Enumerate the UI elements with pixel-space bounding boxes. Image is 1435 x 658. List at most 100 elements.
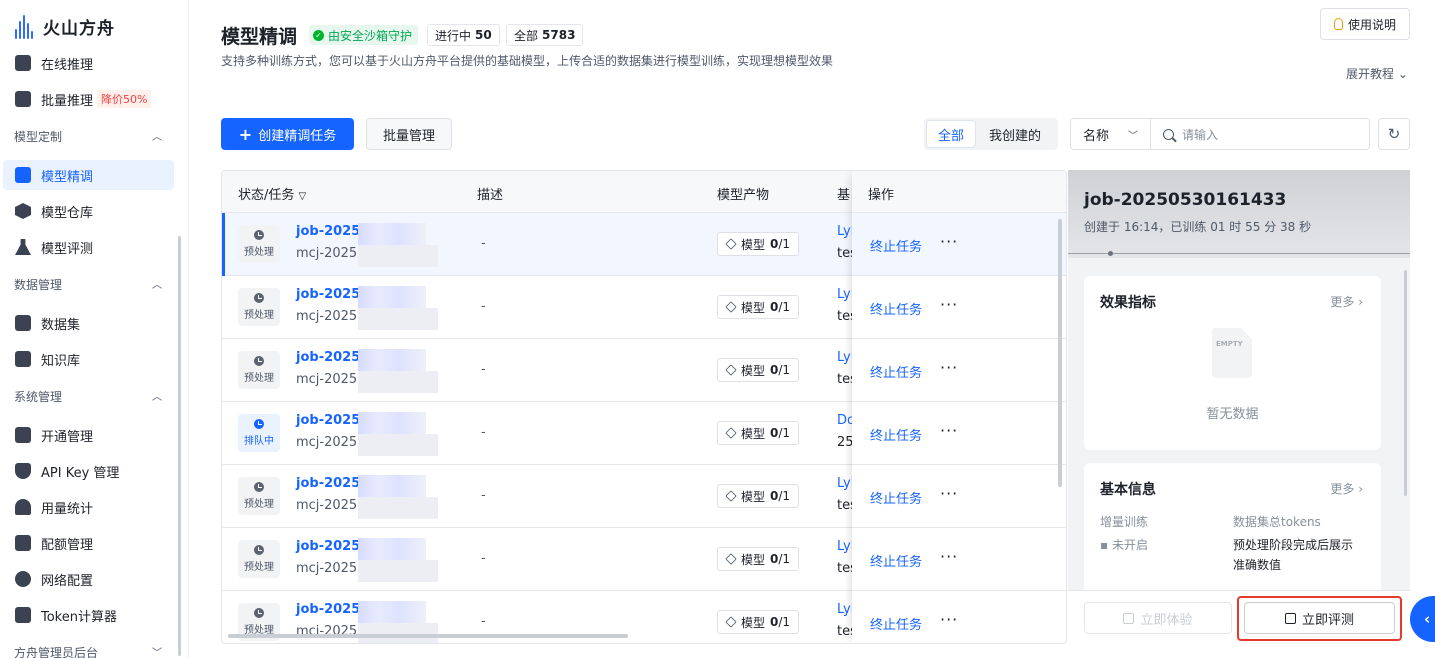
- stop-task-link[interactable]: 终止任务: [870, 362, 922, 381]
- table-vertical-scrollbar[interactable]: [1058, 219, 1062, 487]
- chevron-down-icon: ⌄: [1397, 67, 1408, 81]
- sidebar-item-network[interactable]: 网络配置: [3, 564, 174, 594]
- more-actions-icon[interactable]: ···: [940, 547, 958, 566]
- batch-manage-button[interactable]: 批量管理: [366, 118, 452, 150]
- job-sub-id: mcj-20250: [296, 309, 366, 324]
- column-base-model: 基: [837, 188, 851, 203]
- sidebar-item-model-finetune[interactable]: 模型精调: [3, 160, 174, 190]
- sidebar-item-model-evaluation[interactable]: 模型评测: [3, 232, 174, 262]
- column-status-task[interactable]: 状态/任务 ▽: [238, 184, 306, 203]
- section-data-management[interactable]: 数据管理 ︿: [14, 276, 162, 293]
- tune-icon: [15, 167, 31, 183]
- sidebar-item-usage[interactable]: 用量统计: [3, 492, 174, 522]
- brand-logo[interactable]: 火山方舟: [15, 14, 115, 39]
- more-actions-icon[interactable]: ···: [940, 232, 958, 251]
- redacted-block: [358, 560, 438, 582]
- model-artifact-chip[interactable]: 模型 0/1: [717, 232, 800, 256]
- job-sub-id: mcj-20250: [296, 498, 366, 513]
- section-admin-console[interactable]: 方舟管理员后台 ﹀: [14, 644, 162, 658]
- try-now-button[interactable]: 立即体验: [1084, 602, 1232, 634]
- search-input[interactable]: 请输入: [1151, 119, 1369, 149]
- scope-all-tab[interactable]: 全部: [927, 121, 975, 147]
- base-model-link[interactable]: Lyh: [837, 602, 852, 617]
- section-model-customization[interactable]: 模型定制 ︿: [14, 128, 162, 145]
- stop-task-link[interactable]: 终止任务: [870, 551, 922, 570]
- base-model-link[interactable]: Lyh: [837, 350, 852, 365]
- scope-mine-tab[interactable]: 我创建的: [975, 121, 1055, 147]
- metrics-title: 效果指标: [1100, 295, 1156, 311]
- volcano-logo-icon: [15, 14, 35, 39]
- sidebar: 火山方舟 在线推理 批量推理 降价50% 模型定制 ︿ 模型精调 模型仓库 模型评…: [0, 0, 189, 658]
- sidebar-scrollbar[interactable]: [178, 236, 181, 656]
- base-model-link[interactable]: Do: [837, 413, 852, 428]
- shield-icon: [15, 463, 31, 479]
- base-model-link[interactable]: Lyh: [837, 476, 852, 491]
- model-chip-label: 模型: [741, 363, 766, 378]
- panel-scrollbar[interactable]: [1404, 270, 1407, 496]
- expand-tutorial-link[interactable]: 展开教程 ⌄: [1346, 65, 1408, 82]
- scope-switch: 全部 我创建的: [924, 118, 1058, 150]
- running-count-tag[interactable]: 进行中 50: [427, 24, 500, 46]
- gauge-icon: [15, 499, 31, 515]
- model-artifact-chip[interactable]: 模型 0/1: [717, 421, 800, 445]
- sidebar-item-batch-inference[interactable]: 批量推理 降价50%: [3, 84, 174, 114]
- more-actions-icon[interactable]: ···: [940, 421, 958, 440]
- sidebar-item-token-calculator[interactable]: Token计算器: [3, 600, 174, 630]
- sidebar-item-label: Token计算器: [41, 609, 117, 625]
- stop-task-link[interactable]: 终止任务: [870, 425, 922, 444]
- job-sub-id: mcj-20250: [296, 246, 366, 261]
- base-model-link[interactable]: Lyh: [837, 539, 852, 554]
- sidebar-item-api-key[interactable]: API Key 管理: [3, 456, 174, 486]
- model-artifact-chip[interactable]: 模型 0/1: [717, 547, 800, 571]
- metrics-more-link[interactable]: 更多 ›: [1330, 293, 1363, 310]
- total-count-tag[interactable]: 全部 5783: [506, 24, 584, 46]
- more-actions-icon[interactable]: ···: [940, 295, 958, 314]
- filter-field-select[interactable]: 名称 ﹀: [1071, 119, 1151, 149]
- more-actions-icon[interactable]: ···: [940, 484, 958, 503]
- sidebar-item-online-inference[interactable]: 在线推理: [3, 48, 174, 78]
- base-model-link[interactable]: Lyh: [837, 287, 852, 302]
- create-finetune-button[interactable]: + 创建精调任务: [221, 118, 354, 150]
- stop-task-link[interactable]: 终止任务: [870, 299, 922, 318]
- stop-task-link[interactable]: 终止任务: [870, 488, 922, 507]
- section-system-management[interactable]: 系统管理 ︿: [14, 388, 162, 405]
- sidebar-item-model-repository[interactable]: 模型仓库: [3, 196, 174, 226]
- column-artifacts: 模型产物: [717, 188, 770, 203]
- model-total-count: /1: [778, 615, 791, 629]
- basic-info-more-link[interactable]: 更多 ›: [1330, 480, 1363, 497]
- model-artifact-chip[interactable]: 模型 0/1: [717, 358, 800, 382]
- more-actions-icon[interactable]: ···: [940, 610, 958, 629]
- model-chip-count: 0/1: [770, 552, 790, 566]
- security-sandbox-tag: ✓ 由安全沙箱守护: [309, 25, 419, 45]
- search-placeholder: 请输入: [1182, 127, 1219, 142]
- stop-task-link[interactable]: 终止任务: [870, 614, 922, 633]
- stop-task-link[interactable]: 终止任务: [870, 236, 922, 255]
- help-button[interactable]: 使用说明: [1320, 8, 1410, 40]
- panel-job-title: job-20250530161433: [1084, 190, 1287, 210]
- running-label: 进行中: [435, 28, 472, 43]
- batch-button-label: 批量管理: [382, 128, 435, 144]
- more-actions-icon[interactable]: ···: [940, 358, 958, 377]
- refresh-button[interactable]: ↻: [1378, 118, 1410, 150]
- status-text: 预处理: [244, 310, 274, 321]
- filter-icon[interactable]: ▽: [299, 191, 307, 202]
- page-description: 支持多种训练方式，您可以基于火山方舟平台提供的基础模型，上传合适的数据集进行模型…: [221, 54, 834, 68]
- sidebar-item-knowledge-base[interactable]: 知识库: [3, 344, 174, 374]
- page-title: 模型精调: [221, 26, 298, 48]
- evaluate-now-button[interactable]: 立即评测: [1244, 602, 1395, 634]
- more-label: 更多: [1330, 295, 1355, 309]
- table-horizontal-scrollbar[interactable]: [228, 634, 628, 638]
- model-artifact-chip[interactable]: 模型 0/1: [717, 610, 800, 634]
- model-total-count: /1: [778, 489, 791, 503]
- base-model-link[interactable]: Lyh: [837, 224, 852, 239]
- running-count: 50: [475, 28, 492, 42]
- model-total-count: /1: [778, 552, 791, 566]
- model-artifact-chip[interactable]: 模型 0/1: [717, 484, 800, 508]
- redacted-block: [358, 497, 438, 519]
- sidebar-item-dataset[interactable]: 数据集: [3, 308, 174, 338]
- sidebar-item-quota[interactable]: 配额管理: [3, 528, 174, 558]
- quota-icon: [15, 535, 31, 551]
- model-artifact-chip[interactable]: 模型 0/1: [717, 295, 800, 319]
- sidebar-item-activation[interactable]: 开通管理: [3, 420, 174, 450]
- collapse-panel-button[interactable]: ‹: [1410, 596, 1435, 642]
